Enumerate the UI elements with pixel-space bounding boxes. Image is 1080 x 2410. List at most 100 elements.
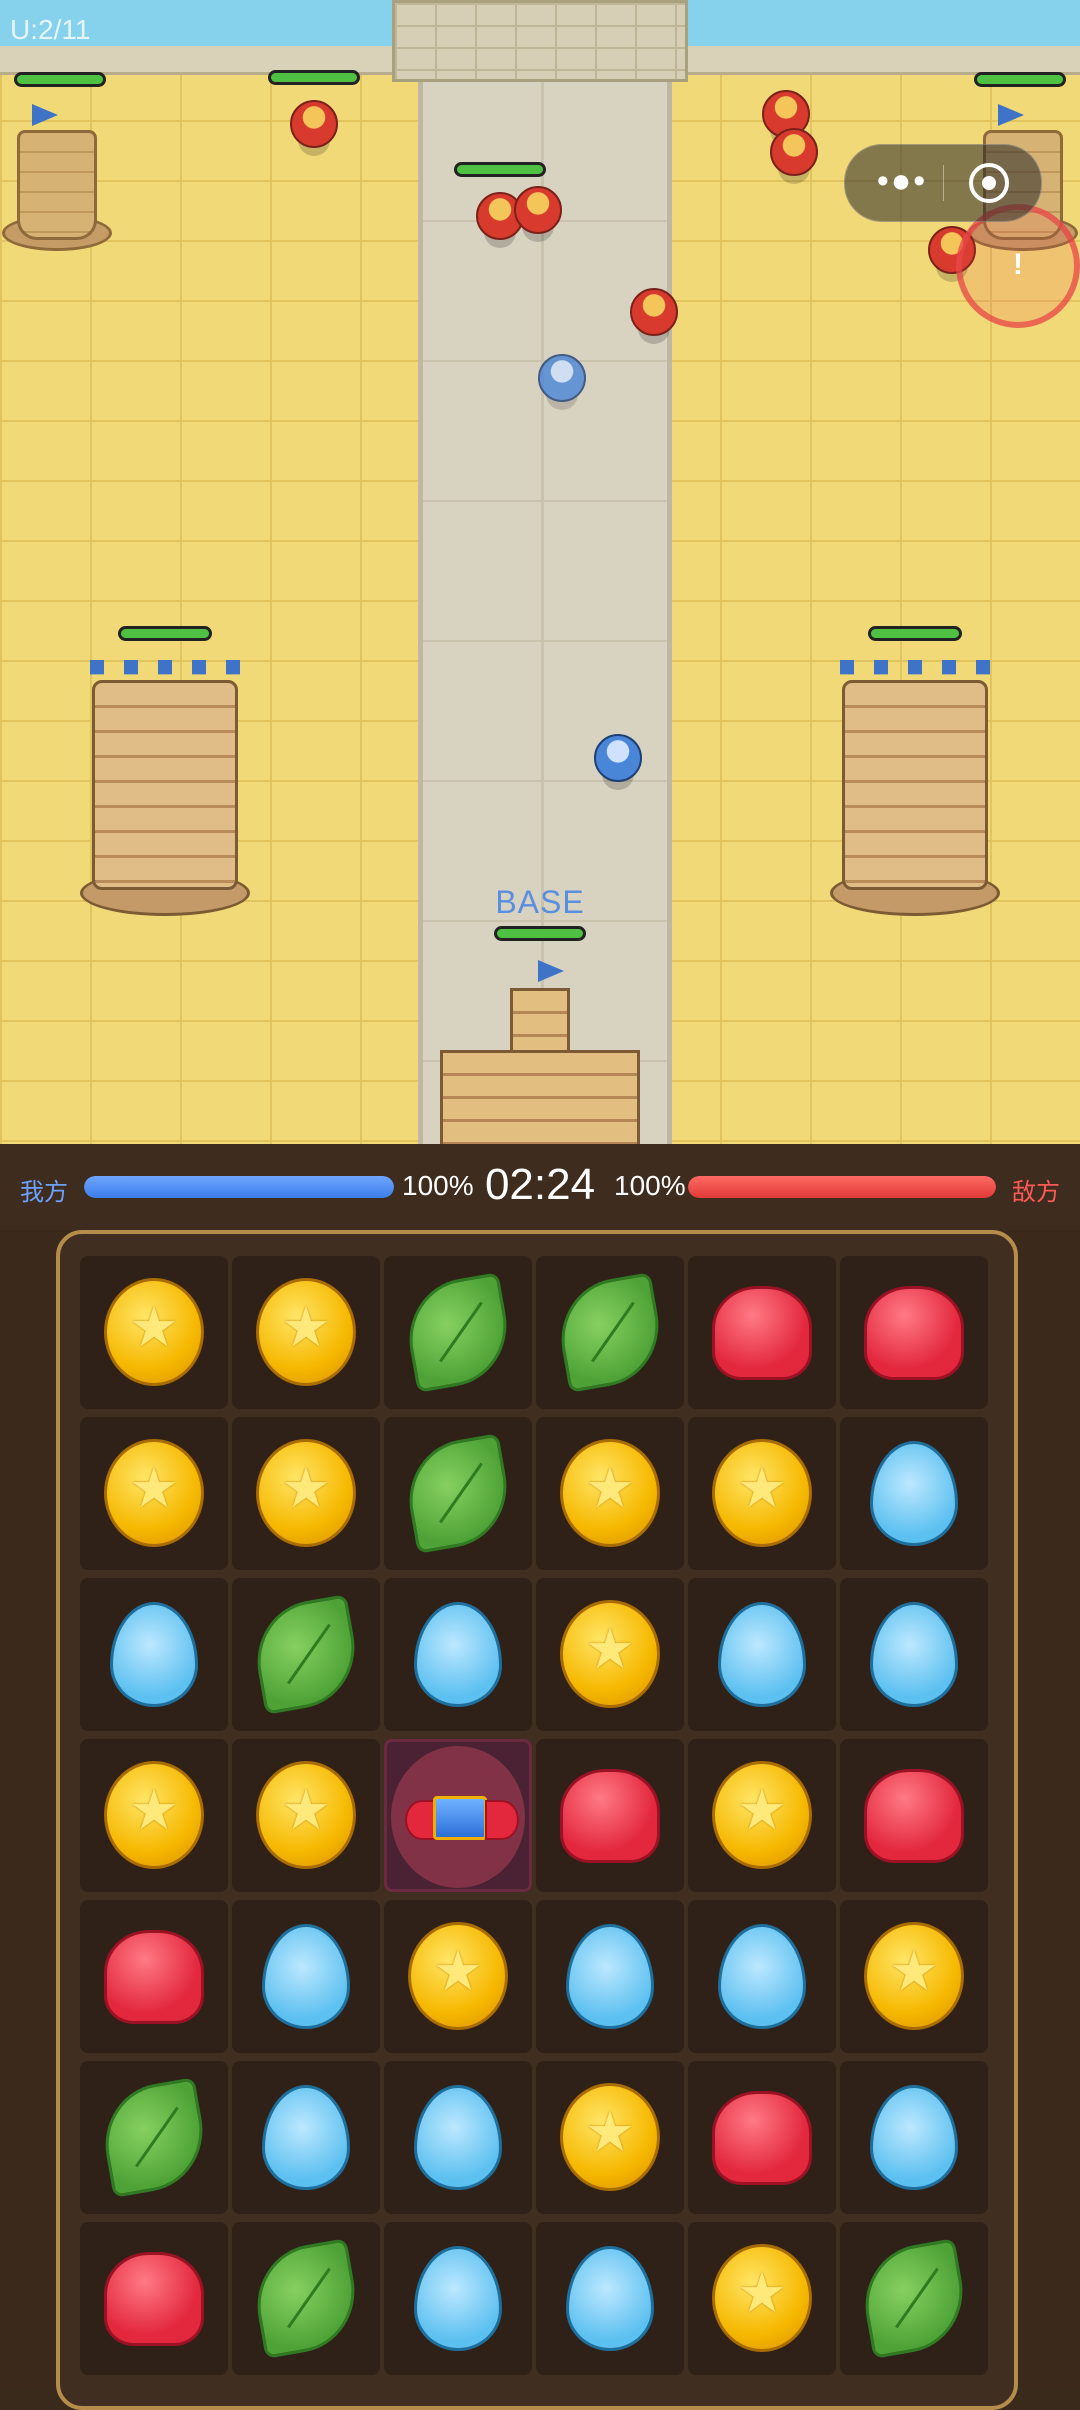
blue-drop-icon [870, 1441, 958, 1546]
board-cell[interactable] [384, 2061, 532, 2214]
board-cell[interactable] [80, 1256, 228, 1409]
blue-drop-icon [870, 1602, 958, 1707]
board-cell[interactable] [840, 1417, 988, 1570]
board-cell[interactable] [688, 2222, 836, 2375]
enemy-tower-left-hp-bar [14, 72, 106, 87]
board-cell[interactable] [688, 1417, 836, 1570]
green-leaf-icon [247, 2238, 365, 2359]
more-menu-button[interactable]: •●• [867, 164, 937, 199]
board-cell[interactable] [536, 1417, 684, 1570]
green-leaf-icon [399, 1272, 517, 1393]
board-cell[interactable] [536, 1256, 684, 1409]
board-cell[interactable] [688, 1578, 836, 1731]
enemy-hp-bar [688, 1176, 996, 1198]
board-cell[interactable] [840, 1578, 988, 1731]
gold-coin-icon [560, 1439, 660, 1547]
ally-knight [538, 354, 586, 402]
board-cell[interactable] [384, 1739, 532, 1892]
board-cell[interactable] [688, 1256, 836, 1409]
green-leaf-icon [247, 1594, 365, 1715]
gold-coin-icon [560, 1600, 660, 1708]
board-cell[interactable] [80, 1900, 228, 2053]
gold-coin-icon [408, 1922, 508, 2030]
board-cell[interactable] [840, 1900, 988, 2053]
match3-board [56, 1230, 1018, 2410]
board-cell[interactable] [840, 2222, 988, 2375]
gold-coin-icon [104, 1761, 204, 1869]
board-cell[interactable] [232, 1739, 380, 1892]
board-cell[interactable] [384, 1900, 532, 2053]
gold-coin-icon [256, 1761, 356, 1869]
close-target-icon[interactable] [967, 161, 1011, 205]
enemy-label: 敌方 [1012, 1179, 1060, 1206]
board-cell[interactable] [232, 1900, 380, 2053]
tower-body [17, 130, 97, 240]
green-leaf-icon [95, 2077, 213, 2198]
enemy-tower-left[interactable] [2, 100, 112, 251]
gold-coin-icon [560, 2083, 660, 2191]
board-cell[interactable] [80, 2061, 228, 2214]
enemy-swordsman [770, 128, 818, 176]
board-cell[interactable] [688, 1900, 836, 2053]
enemy-tower-right-hp-bar [974, 72, 1066, 87]
ally-base-castle[interactable] [440, 960, 640, 1144]
tower-body [92, 680, 238, 890]
blue-drop-icon [718, 1924, 806, 2029]
board-cell[interactable] [840, 1739, 988, 1892]
board-cell[interactable] [384, 2222, 532, 2375]
blue-drop-icon [414, 2085, 502, 2190]
enemy-hp-fill [688, 1176, 996, 1198]
mini-program-capsule: •●• [844, 144, 1042, 222]
board-cell[interactable] [536, 1578, 684, 1731]
board-cell[interactable] [232, 1256, 380, 1409]
gold-coin-icon [104, 1278, 204, 1386]
puzzle-area [0, 1230, 1080, 2410]
board-cell[interactable] [384, 1256, 532, 1409]
rocket-cap-r [485, 1800, 519, 1840]
board-cell[interactable] [688, 1739, 836, 1892]
board-cell[interactable] [688, 2061, 836, 2214]
board-cell[interactable] [80, 2222, 228, 2375]
castle-wall [440, 1050, 640, 1144]
board-cell[interactable] [232, 2222, 380, 2375]
board-cell[interactable] [840, 2061, 988, 2214]
gold-coin-icon [256, 1278, 356, 1386]
blue-drop-icon [718, 1602, 806, 1707]
base-hp-bar [494, 926, 586, 941]
board-cell[interactable] [232, 1578, 380, 1731]
gold-coin-icon [712, 1439, 812, 1547]
blue-drop-icon [262, 2085, 350, 2190]
ally-archer [594, 734, 642, 782]
enemy-swordsman [630, 288, 678, 336]
ally-tower-right[interactable] [830, 660, 1000, 920]
board-cell[interactable] [536, 2222, 684, 2375]
flag-icon [32, 104, 58, 126]
board-cell[interactable] [232, 2061, 380, 2214]
ally-tower-left[interactable] [80, 660, 250, 920]
blue-drop-icon [110, 1602, 198, 1707]
gold-coin-icon [104, 1439, 204, 1547]
enemy-swordsman [290, 100, 338, 148]
flag-icon [538, 960, 564, 982]
blue-drop-icon [414, 2246, 502, 2351]
flag-icon [998, 104, 1024, 126]
board-cell[interactable] [536, 1739, 684, 1892]
board-cell[interactable] [232, 1417, 380, 1570]
board-cell[interactable] [536, 1900, 684, 2053]
tower-body [842, 680, 988, 890]
board-cell[interactable] [80, 1739, 228, 1892]
board-cell[interactable] [80, 1417, 228, 1570]
red-jelly-icon [104, 2252, 204, 2346]
blue-drop-icon [414, 1602, 502, 1707]
red-jelly-icon [864, 1286, 964, 1380]
rocket-mid [433, 1796, 487, 1840]
blue-drop-icon [566, 2246, 654, 2351]
board-cell[interactable] [536, 2061, 684, 2214]
board-cell[interactable] [840, 1256, 988, 1409]
board-cell[interactable] [384, 1417, 532, 1570]
board-cell[interactable] [384, 1578, 532, 1731]
red-jelly-icon [864, 1769, 964, 1863]
rocket-booster-icon [405, 1796, 519, 1840]
enemy-archer [514, 186, 562, 234]
board-cell[interactable] [80, 1578, 228, 1731]
